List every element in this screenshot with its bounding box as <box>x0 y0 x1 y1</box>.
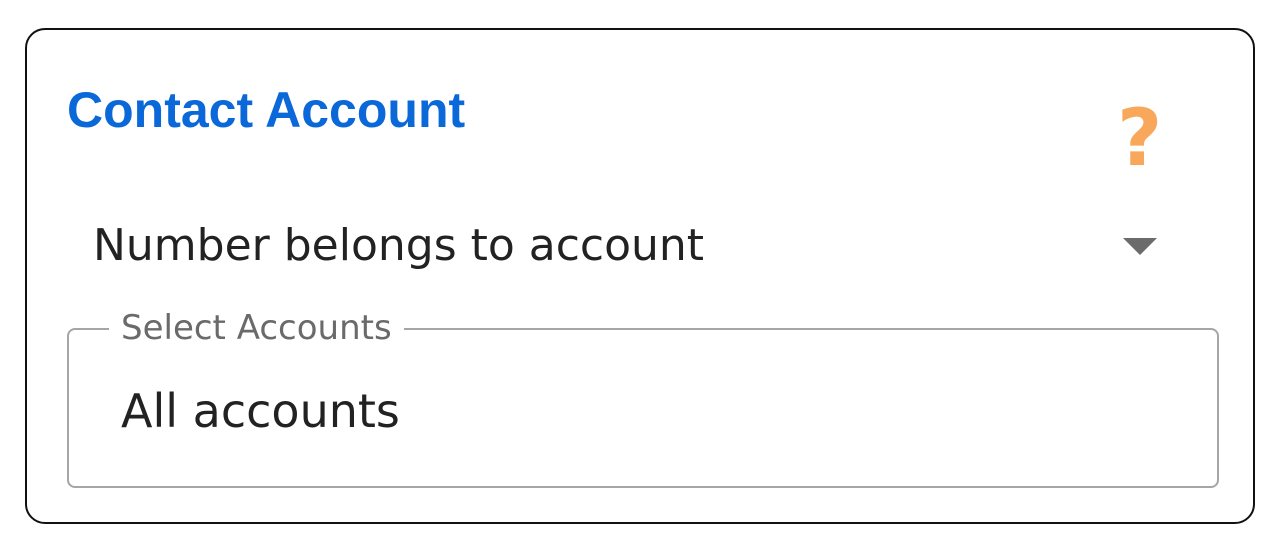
condition-select-value: Number belongs to account <box>93 220 705 271</box>
condition-select[interactable]: Number belongs to account <box>93 210 1193 286</box>
help-icon[interactable]: ? <box>1117 94 1162 184</box>
caret-down-icon <box>1123 238 1157 255</box>
select-accounts-value: All accounts <box>121 384 400 438</box>
contact-account-card: Contact Account ? Number belongs to acco… <box>25 28 1255 524</box>
select-accounts-field[interactable]: Select Accounts All accounts <box>67 308 1219 488</box>
card-title: Contact Account <box>67 82 466 138</box>
select-accounts-label: Select Accounts <box>109 308 404 348</box>
